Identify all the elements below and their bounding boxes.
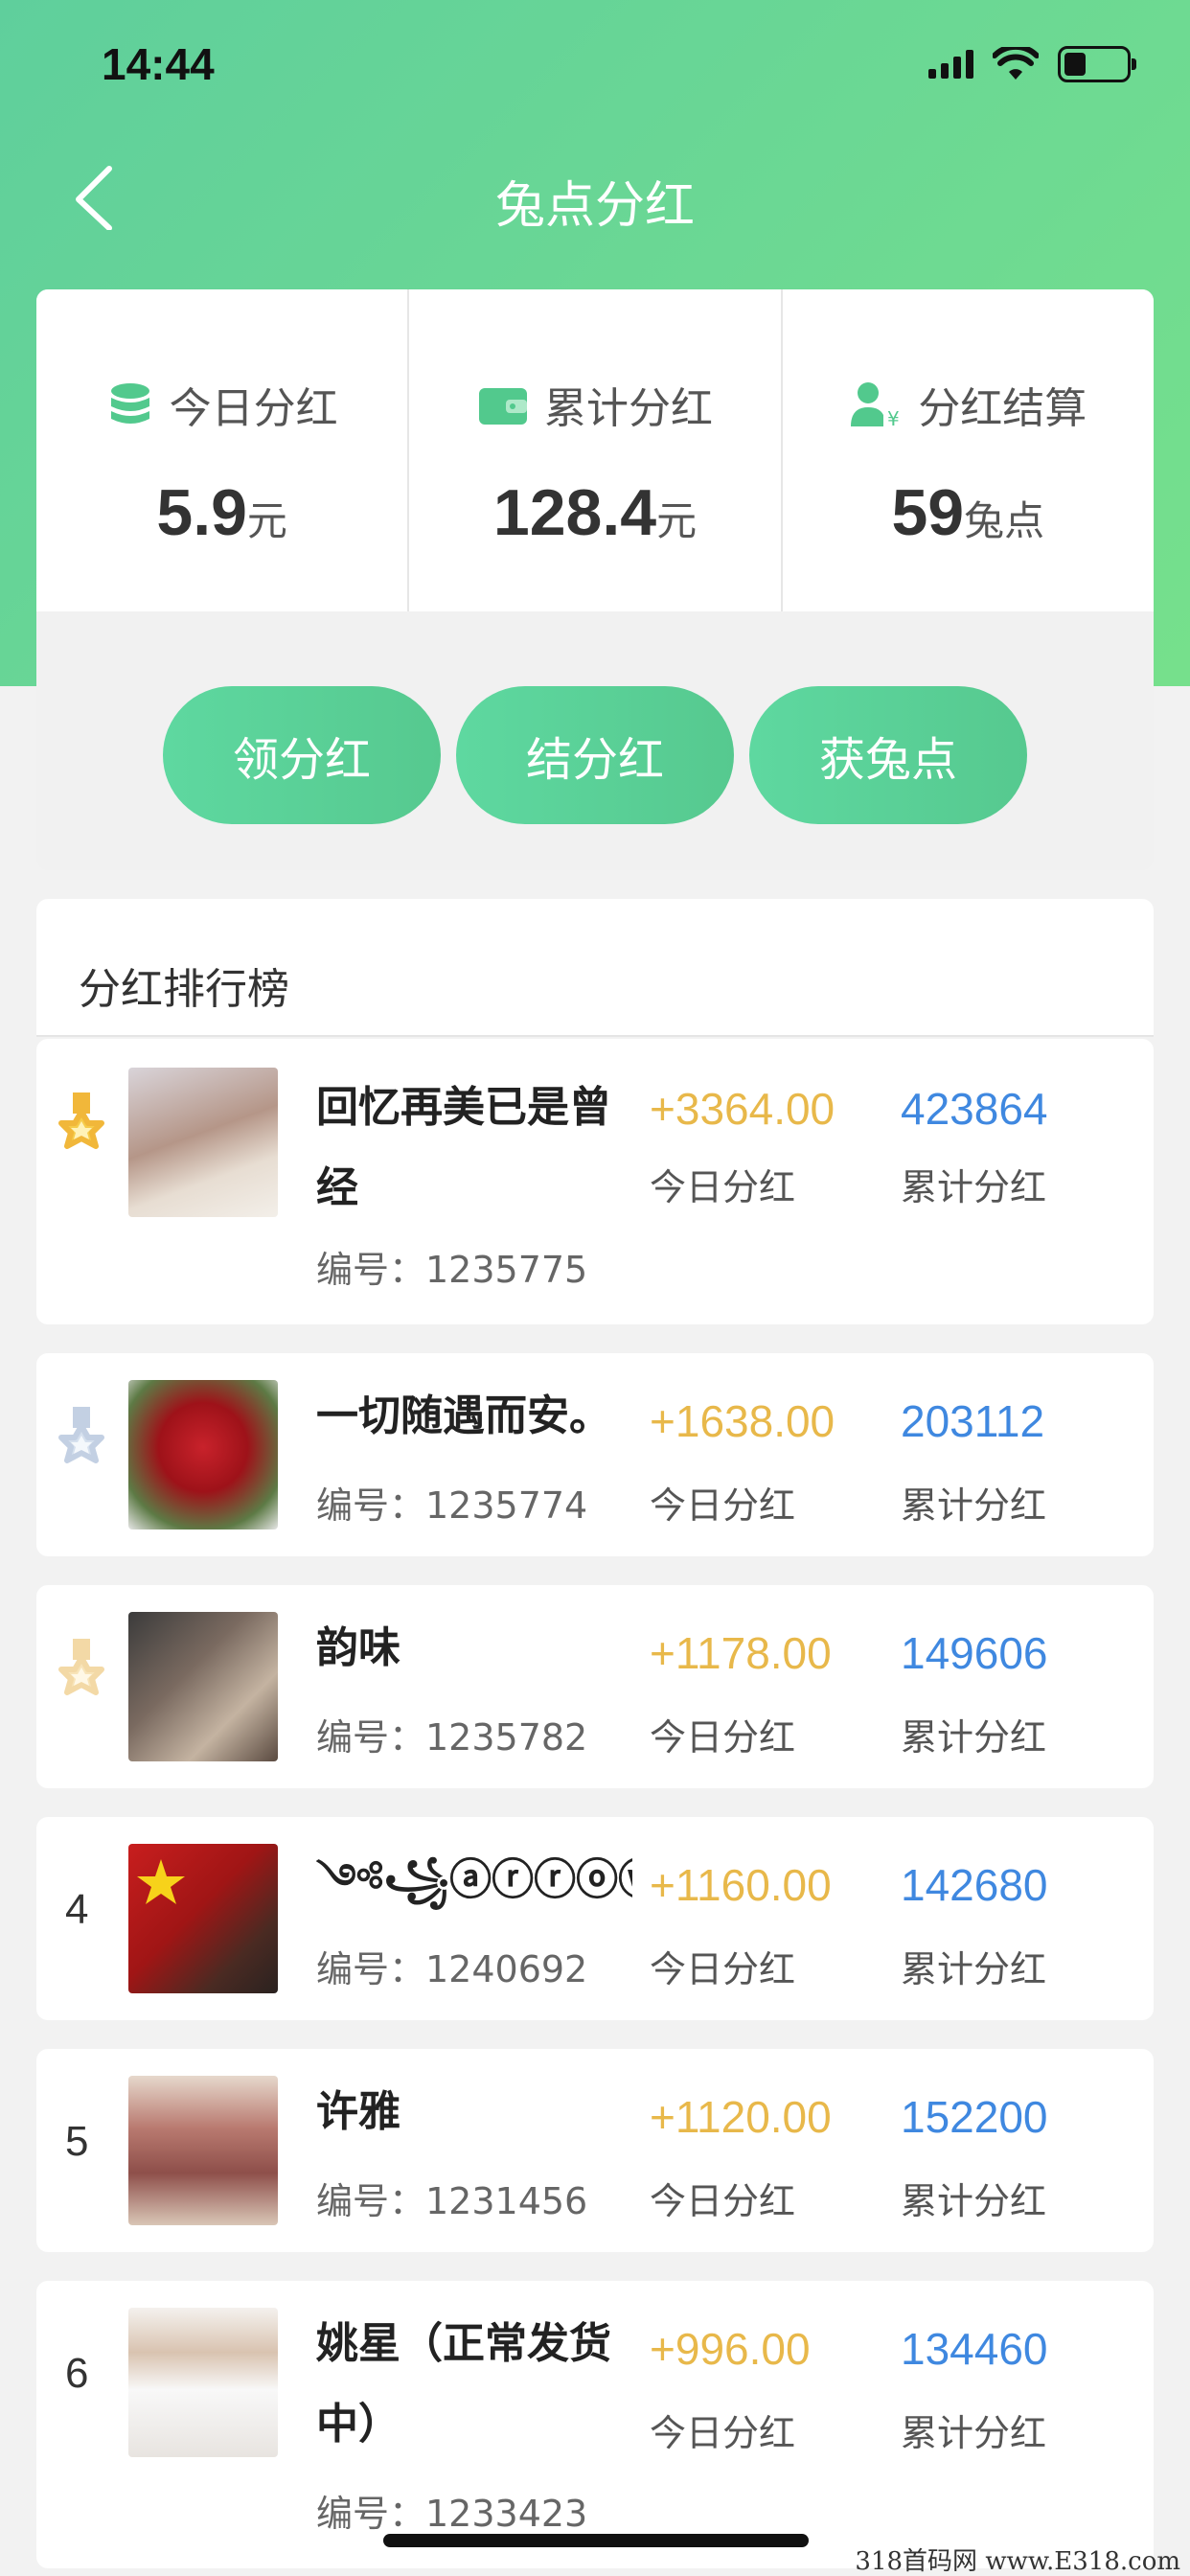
today-dividend-value: +1120.00 [650,2092,832,2142]
total-dividend-label: 累计分红 [901,1166,1047,1208]
total-dividend-value: 142680 [901,1860,1048,1910]
get-points-button[interactable]: 获兔点 [749,686,1027,824]
user-id: 编号：1235775 [316,1249,588,1291]
avatar [128,1844,278,1993]
wallet-icon [478,388,527,425]
star-icon [137,1859,185,1904]
stat-value: 5.9 [156,476,247,549]
total-dividend-value: 134460 [901,2324,1048,2374]
today-dividend-value: +1638.00 [650,1396,835,1446]
avatar [128,2076,278,2225]
user-name: 许雅 [316,2087,400,2136]
stat-settlement: ¥ 分红结算 59兔点 [783,289,1154,611]
total-dividend-label: 累计分红 [901,1948,1047,1990]
user-id: 编号：1231456 [316,2180,588,2222]
ranking-row[interactable]: 5 许雅 编号：1231456 +1120.00 今日分红 152200 累计分… [36,2049,1154,2252]
stat-unit: 兔点 [964,497,1045,544]
avatar [128,1612,278,1761]
user-name: 姚星（正常发货中） [316,2319,611,2449]
ranking-header: 分红排行榜 [36,899,1154,1037]
settle-dividend-button[interactable]: 结分红 [456,686,734,824]
user-name: 一切随遇而安。 [316,1392,611,1440]
avatar [128,1380,278,1530]
today-dividend-label: 今日分红 [650,1166,796,1208]
summary-card: 今日分红 5.9元 累计分红 128.4元 ¥ 分红结算 59兔点 领分红 结分… [36,289,1154,870]
today-dividend-value: +996.00 [650,2324,811,2374]
watermark: 318首码网 www.E318.com [855,2547,1180,2576]
today-dividend-value: +1160.00 [650,1860,832,1910]
stat-label: 今日分红 [169,384,338,433]
stat-today-dividend: 今日分红 5.9元 [36,289,410,611]
home-indicator [383,2534,809,2547]
gold-medal-icon [58,1092,104,1149]
user-id: 编号：1240692 [316,1948,588,1990]
stat-total-dividend: 累计分红 128.4元 [409,289,783,611]
user-name: 回忆再美已是曾经 [316,1083,611,1212]
summary-stats: 今日分红 5.9元 累计分红 128.4元 ¥ 分红结算 59兔点 [36,289,1154,611]
user-id: 编号：1235782 [316,1716,588,1759]
total-dividend-value: 203112 [901,1396,1045,1446]
stat-unit: 元 [656,497,698,544]
today-dividend-value: +3364.00 [650,1084,835,1134]
status-bar: 14:44 [0,0,1190,134]
stat-label: 累计分红 [543,384,713,433]
stat-label: 分红结算 [918,384,1087,433]
svg-text:¥: ¥ [887,407,900,428]
today-dividend-label: 今日分红 [650,2180,796,2222]
ranking-row[interactable]: 回忆再美已是曾经 编号：1235775 +3364.00 今日分红 423864… [36,1039,1154,1324]
avatar [128,1068,278,1217]
ranking-row[interactable]: 韵味 编号：1235782 +1178.00 今日分红 149606 累计分红 [36,1585,1154,1788]
total-dividend-value: 423864 [901,1084,1048,1134]
today-dividend-label: 今日分红 [650,2412,796,2454]
today-dividend-label: 今日分红 [650,1484,796,1527]
nav-bar: 兔点分红 [0,153,1190,240]
coins-icon [110,383,149,424]
stat-value: 128.4 [492,476,657,549]
user-name: 韵味 [316,1623,400,1672]
ranking-row[interactable]: 4 ༺꧁ⓐⓡⓡⓞⓦ꧂༻ 编号：1240692 +1160.00 今日分红 142… [36,1817,1154,2020]
rank-number: 6 [65,2350,89,2397]
today-dividend-label: 今日分红 [650,1716,796,1759]
stat-value: 59 [891,476,965,549]
total-dividend-label: 累计分红 [901,2180,1047,2222]
user-name: ༺꧁ⓐⓡⓡⓞⓦ꧂༻ [316,1855,632,1904]
user-id: 编号：1235774 [316,1484,588,1527]
total-dividend-label: 累计分红 [901,2412,1047,2454]
claim-dividend-button[interactable]: 领分红 [163,686,441,824]
total-dividend-label: 累计分红 [901,1484,1047,1527]
ranking-title: 分红排行榜 [79,965,289,1014]
ranking-row[interactable]: 一切随遇而安。 编号：1235774 +1638.00 今日分红 203112 … [36,1353,1154,1556]
ranking-row[interactable]: 6 姚星（正常发货中） 编号：1233423 +996.00 今日分红 1344… [36,2281,1154,2568]
signal-icon [928,50,973,79]
user-yen-icon: ¥ [851,382,900,428]
rank-number: 5 [65,2118,89,2165]
total-dividend-label: 累计分红 [901,1716,1047,1759]
bronze-medal-icon [58,1639,104,1695]
user-id: 编号：1233423 [316,2493,588,2535]
action-buttons: 领分红 结分红 获兔点 [36,686,1154,824]
today-dividend-label: 今日分红 [650,1948,796,1990]
avatar [128,2308,278,2457]
total-dividend-value: 152200 [901,2092,1048,2142]
silver-medal-icon [58,1407,104,1463]
stat-unit: 元 [246,497,287,544]
rank-number: 4 [65,1886,89,1933]
status-time: 14:44 [102,39,215,89]
wifi-icon [993,47,1039,80]
page-title: 兔点分红 [494,177,695,235]
total-dividend-value: 149606 [901,1628,1048,1678]
status-icons [928,46,1136,82]
today-dividend-value: +1178.00 [650,1628,832,1678]
battery-icon [1058,46,1136,82]
